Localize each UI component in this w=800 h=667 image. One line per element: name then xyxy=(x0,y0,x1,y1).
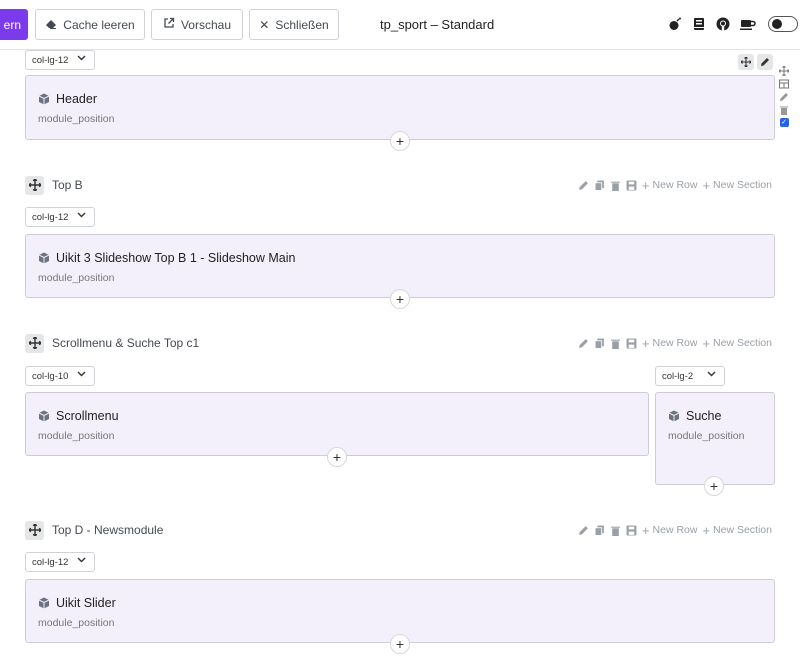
row-title: Top D - Newsmodule xyxy=(52,523,164,537)
row-header: Scrollmenu & Suche Top c1 xyxy=(25,333,199,353)
add-module-button[interactable]: + xyxy=(390,634,410,654)
move-icon[interactable] xyxy=(779,66,789,76)
module-position: module_position xyxy=(38,430,115,442)
column-width-select[interactable]: col-lg-12 xyxy=(25,50,95,70)
row-move-handle[interactable] xyxy=(25,333,44,353)
external-link-icon xyxy=(163,17,175,32)
pencil-icon xyxy=(761,58,769,66)
sun-icon xyxy=(772,19,782,29)
theme-toggle[interactable] xyxy=(768,16,798,32)
chevron-down-icon xyxy=(707,369,716,381)
move-icon xyxy=(28,524,41,536)
module-name: Scrollmenu xyxy=(56,409,119,423)
move-icon xyxy=(28,337,41,349)
row-title: Top B xyxy=(52,178,83,192)
chevron-down-icon xyxy=(77,53,86,65)
row-title: Scrollmenu & Suche Top c1 xyxy=(52,336,200,350)
cube-icon xyxy=(38,252,50,264)
add-module-button[interactable]: + xyxy=(327,447,347,467)
chevron-down-icon xyxy=(77,210,86,222)
trash-icon[interactable] xyxy=(610,180,621,191)
add-module-button[interactable]: + xyxy=(390,131,410,151)
row-actions: + New Row + New Section xyxy=(578,520,772,540)
row-move-handle[interactable] xyxy=(25,175,44,195)
row-actions: + New Row + New Section xyxy=(578,333,772,353)
row-actions: + New Row + New Section xyxy=(578,175,772,195)
cube-icon xyxy=(38,597,50,609)
plus-icon: + xyxy=(641,335,650,351)
bomb-icon[interactable] xyxy=(667,16,683,32)
top-toolbar: ern Cache leeren Vorschau ✕ Schließen tp… xyxy=(0,0,800,50)
columns-icon[interactable] xyxy=(779,79,789,89)
column-move-handle[interactable] xyxy=(738,54,754,70)
add-module-button[interactable]: + xyxy=(704,476,724,496)
page-title: tp_sport – Standard xyxy=(380,17,495,32)
cube-icon xyxy=(668,410,680,422)
plus-icon: + xyxy=(702,177,711,193)
column-width-select[interactable]: col-lg-12 xyxy=(25,207,95,227)
cube-icon xyxy=(38,93,50,105)
row-move-handle[interactable] xyxy=(25,520,44,540)
close-icon: ✕ xyxy=(259,17,270,32)
pencil-icon[interactable] xyxy=(578,338,589,349)
column-width-select[interactable]: col-lg-2 xyxy=(655,366,725,386)
trash-icon[interactable] xyxy=(610,525,621,536)
new-section-button[interactable]: + New Section xyxy=(702,523,772,538)
clear-cache-button[interactable]: Cache leeren xyxy=(35,9,145,40)
copy-icon[interactable] xyxy=(594,525,605,536)
preview-button[interactable]: Vorschau xyxy=(151,9,243,40)
plus-icon: + xyxy=(641,177,650,193)
module-name: Uikit Slider xyxy=(56,596,116,610)
module-position: module_position xyxy=(38,617,115,629)
save-icon[interactable] xyxy=(626,338,637,349)
close-button[interactable]: ✕ Schließen xyxy=(249,9,339,40)
trash-icon[interactable] xyxy=(610,338,621,349)
trash-icon[interactable] xyxy=(779,105,789,115)
cube-icon xyxy=(38,410,50,422)
move-icon xyxy=(28,179,41,191)
chevron-down-icon xyxy=(77,555,86,567)
new-section-button[interactable]: + New Section xyxy=(702,336,772,351)
checkbox[interactable]: ✓ xyxy=(779,118,789,127)
pencil-icon[interactable] xyxy=(578,525,589,536)
module-position: module_position xyxy=(38,113,115,125)
column-edit-button[interactable] xyxy=(757,54,773,70)
pencil-icon[interactable] xyxy=(779,92,789,102)
eraser-icon xyxy=(45,18,57,32)
column-width-select[interactable]: col-lg-10 xyxy=(25,366,95,386)
copy-icon[interactable] xyxy=(594,180,605,191)
copy-icon[interactable] xyxy=(594,338,605,349)
new-row-button[interactable]: + New Row xyxy=(642,336,698,351)
new-section-button[interactable]: + New Section xyxy=(702,178,772,193)
new-row-button[interactable]: + New Row xyxy=(642,523,698,538)
add-module-button[interactable]: + xyxy=(390,289,410,309)
coffee-icon[interactable] xyxy=(740,16,756,32)
save-button[interactable]: ern xyxy=(0,9,28,40)
module-position: module_position xyxy=(668,430,745,442)
module-name: Uikit 3 Slideshow Top B 1 - Slideshow Ma… xyxy=(56,251,296,265)
github-icon[interactable] xyxy=(715,16,731,32)
plus-icon: + xyxy=(702,522,711,538)
move-icon xyxy=(741,57,751,67)
new-row-button[interactable]: + New Row xyxy=(642,178,698,193)
plus-icon: + xyxy=(702,335,711,351)
row-header: Top D - Newsmodule xyxy=(25,520,163,540)
plus-icon: + xyxy=(641,522,650,538)
row-side-tools: ✓ xyxy=(778,66,790,127)
column-width-select[interactable]: col-lg-12 xyxy=(25,552,95,572)
module-position: module_position xyxy=(38,272,115,284)
module-name: Header xyxy=(56,92,97,106)
module-name: Suche xyxy=(686,409,722,423)
chevron-down-icon xyxy=(77,369,86,381)
book-icon[interactable] xyxy=(691,16,707,32)
row-header: Top B xyxy=(25,175,83,195)
module-card[interactable]: Suche module_position xyxy=(655,392,775,485)
pencil-icon[interactable] xyxy=(578,180,589,191)
save-icon[interactable] xyxy=(626,180,637,191)
save-icon[interactable] xyxy=(626,525,637,536)
